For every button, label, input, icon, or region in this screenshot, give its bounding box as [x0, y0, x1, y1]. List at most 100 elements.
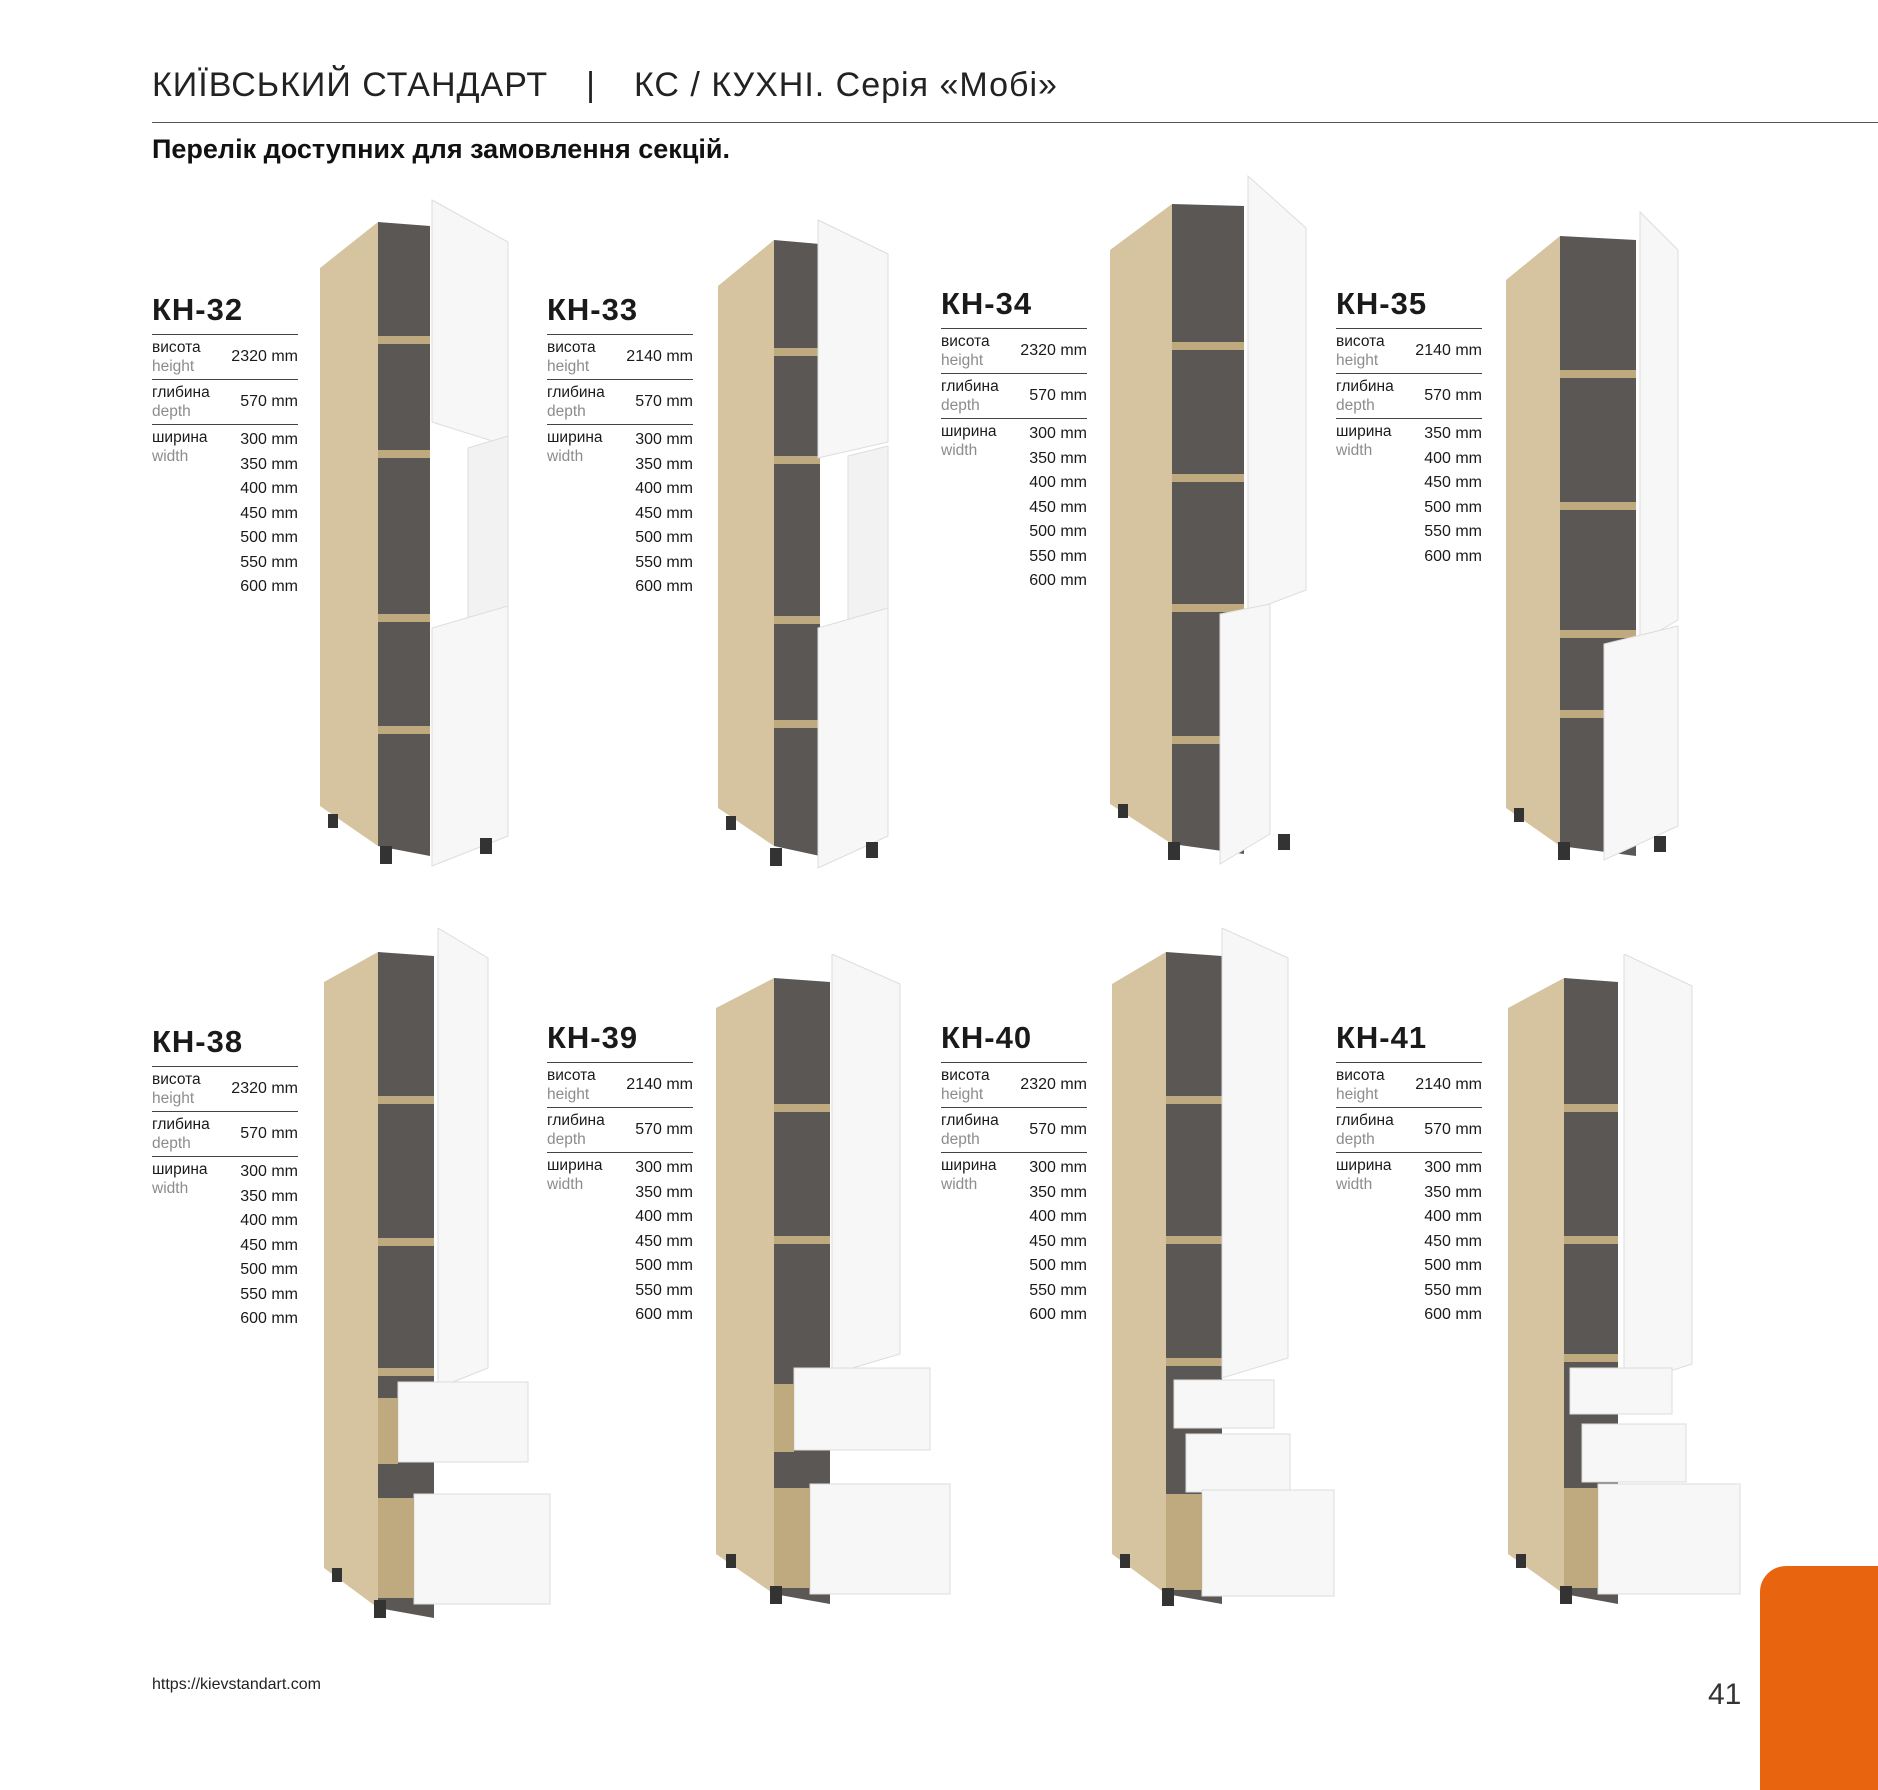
width-label-en: width	[1336, 1176, 1373, 1193]
depth-value: 570 mm	[635, 1121, 693, 1138]
width-label-en: width	[547, 448, 584, 465]
depth-row: глибина depth 570 mm	[547, 1107, 693, 1152]
height-label-en: height	[1336, 1086, 1379, 1103]
depth-label: глибина	[1336, 1112, 1394, 1129]
height-label: висота	[152, 1071, 201, 1088]
depth-label: глибина	[941, 1112, 999, 1129]
width-label-en: width	[941, 1176, 978, 1193]
width-value: 600 mm	[240, 1310, 298, 1327]
page-subtitle: Перелік доступних для замовлення секцій.	[152, 134, 730, 164]
height-label-en: height	[547, 1086, 590, 1103]
width-value: 300 mm	[240, 1163, 298, 1180]
width-list: 300 mm 350 mm 400 mm 450 mm 500 mm 550 mm 600 …	[1029, 422, 1087, 594]
height-row: висота height 2320 mm	[152, 1066, 298, 1111]
width-value: 350 mm	[1424, 1183, 1482, 1201]
width-value: 550 mm	[1029, 547, 1087, 565]
height-label: висота	[1336, 1067, 1385, 1084]
page-header: КИЇВСЬКИЙ СТАНДАРТ | КС / КУХНІ. Серія «Мо…	[152, 66, 1058, 105]
depth-value: 570 mm	[240, 393, 298, 410]
depth-label: глибина	[1336, 378, 1394, 395]
height-label-en: height	[941, 1086, 984, 1103]
height-row: висота height 2140 mm	[547, 1062, 693, 1107]
depth-label-en: depth	[547, 403, 586, 420]
spec-code: КН-40	[941, 1020, 1033, 1055]
width-list: 300 mm 350 mm 400 mm 450 mm 500 mm 550 mm 600 …	[240, 428, 298, 600]
width-value: 300 mm	[240, 431, 298, 448]
width-label: ширина	[152, 429, 208, 446]
width-value: 350 mm	[1029, 449, 1087, 467]
width-label: ширина	[547, 1157, 603, 1174]
width-value: 550 mm	[1424, 523, 1482, 540]
width-value: 300 mm	[1029, 1159, 1087, 1176]
cabinet-kh34-image	[1110, 174, 1307, 865]
depth-row: глибина depth 570 mm	[941, 373, 1087, 418]
width-list: 350 mm 400 mm 450 mm 500 mm 550 mm 600 mm	[1424, 422, 1482, 569]
depth-value: 570 mm	[635, 393, 693, 410]
width-value: 300 mm	[635, 1159, 693, 1176]
depth-value: 570 mm	[1424, 1121, 1482, 1138]
width-list: 300 mm 350 mm 400 mm 450 mm 500 mm 550 mm 600 …	[635, 1156, 693, 1328]
spec-kh33: КН-33 висота height 2140 mm глибина depth 57…	[547, 292, 693, 600]
spec-code: КН-32	[152, 292, 244, 327]
width-value: 400 mm	[240, 1212, 298, 1229]
page-number: 41	[1708, 1678, 1742, 1711]
cabinet-kh33-image	[718, 219, 889, 869]
width-value: 600 mm	[635, 1306, 693, 1323]
cabinet-kh38-image	[324, 928, 551, 1618]
width-value: 450 mm	[240, 1236, 298, 1254]
depth-row: глибина depth 570 mm	[152, 1111, 298, 1156]
depth-value: 570 mm	[1424, 387, 1482, 404]
width-value: 500 mm	[1424, 498, 1482, 516]
depth-label: глибина	[941, 378, 999, 395]
spec-code: КН-33	[547, 292, 639, 327]
cabinet-kh39-image	[716, 954, 951, 1604]
height-row: висота height 2320 mm	[941, 1062, 1087, 1107]
cabinet-kh41-image	[1508, 954, 1741, 1604]
width-value: 450 mm	[1424, 1232, 1482, 1250]
header-separator: |	[586, 66, 596, 104]
height-label-en: height	[1336, 352, 1379, 369]
height-label: висота	[152, 339, 201, 356]
height-value: 2140 mm	[626, 348, 693, 365]
width-list: 300 mm 350 mm 400 mm 450 mm 500 mm 550 mm 600 …	[240, 1160, 298, 1332]
width-value: 500 mm	[240, 1261, 298, 1278]
cabinet-kh35-image	[1506, 210, 1679, 861]
width-value: 450 mm	[1029, 498, 1087, 516]
width-value: 350 mm	[635, 1183, 693, 1201]
footer-url-link[interactable]: https://kievstandart.com	[152, 1676, 321, 1694]
width-value: 500 mm	[240, 529, 298, 546]
width-label-en: width	[547, 1176, 584, 1193]
spec-kh34: КН-34 висота height 2320 mm глибина depth 57…	[941, 286, 1087, 594]
width-value: 400 mm	[1029, 1208, 1087, 1225]
width-label-en: width	[1336, 442, 1373, 459]
depth-label-en: depth	[152, 403, 191, 420]
width-value: 500 mm	[1029, 523, 1087, 540]
width-row: ширина width 350 mm 400 mm 450 mm 500 mm 550 …	[1336, 418, 1482, 569]
cabinet-kh40-image	[1112, 928, 1335, 1606]
height-row: висота height 2140 mm	[1336, 328, 1482, 373]
height-label-en: height	[152, 1090, 195, 1107]
depth-label-en: depth	[941, 397, 980, 414]
width-label: ширина	[941, 1157, 997, 1174]
width-list: 300 mm 350 mm 400 mm 450 mm 500 mm 550 mm 600 …	[1424, 1156, 1482, 1328]
depth-label-en: depth	[152, 1135, 191, 1152]
header-rule	[152, 122, 1878, 123]
width-value: 450 mm	[1029, 1232, 1087, 1250]
width-row: ширина width 300 mm 350 mm 400 mm 450 mm 500 …	[547, 424, 693, 600]
height-value: 2320 mm	[231, 348, 298, 365]
spec-kh35: КН-35 висота height 2140 mm глибина depth 57…	[1336, 286, 1482, 569]
width-row: ширина width 300 mm 350 mm 400 mm 450 mm 500 …	[941, 1152, 1087, 1328]
cabinet-kh32-image	[320, 199, 509, 867]
depth-label: глибина	[547, 384, 605, 401]
width-value: 550 mm	[240, 1285, 298, 1303]
width-value: 500 mm	[1029, 1257, 1087, 1274]
depth-value: 570 mm	[240, 1125, 298, 1142]
height-label-en: height	[152, 358, 195, 375]
depth-label: глибина	[152, 1116, 210, 1133]
width-value: 350 mm	[240, 455, 298, 473]
width-value: 400 mm	[1424, 449, 1482, 467]
width-row: ширина width 300 mm 350 mm 400 mm 450 mm 500 …	[152, 1156, 298, 1332]
width-list: 300 mm 350 mm 400 mm 450 mm 500 mm 550 mm 600 …	[635, 428, 693, 600]
height-value: 2320 mm	[1020, 1076, 1087, 1093]
width-label-en: width	[152, 1180, 189, 1197]
